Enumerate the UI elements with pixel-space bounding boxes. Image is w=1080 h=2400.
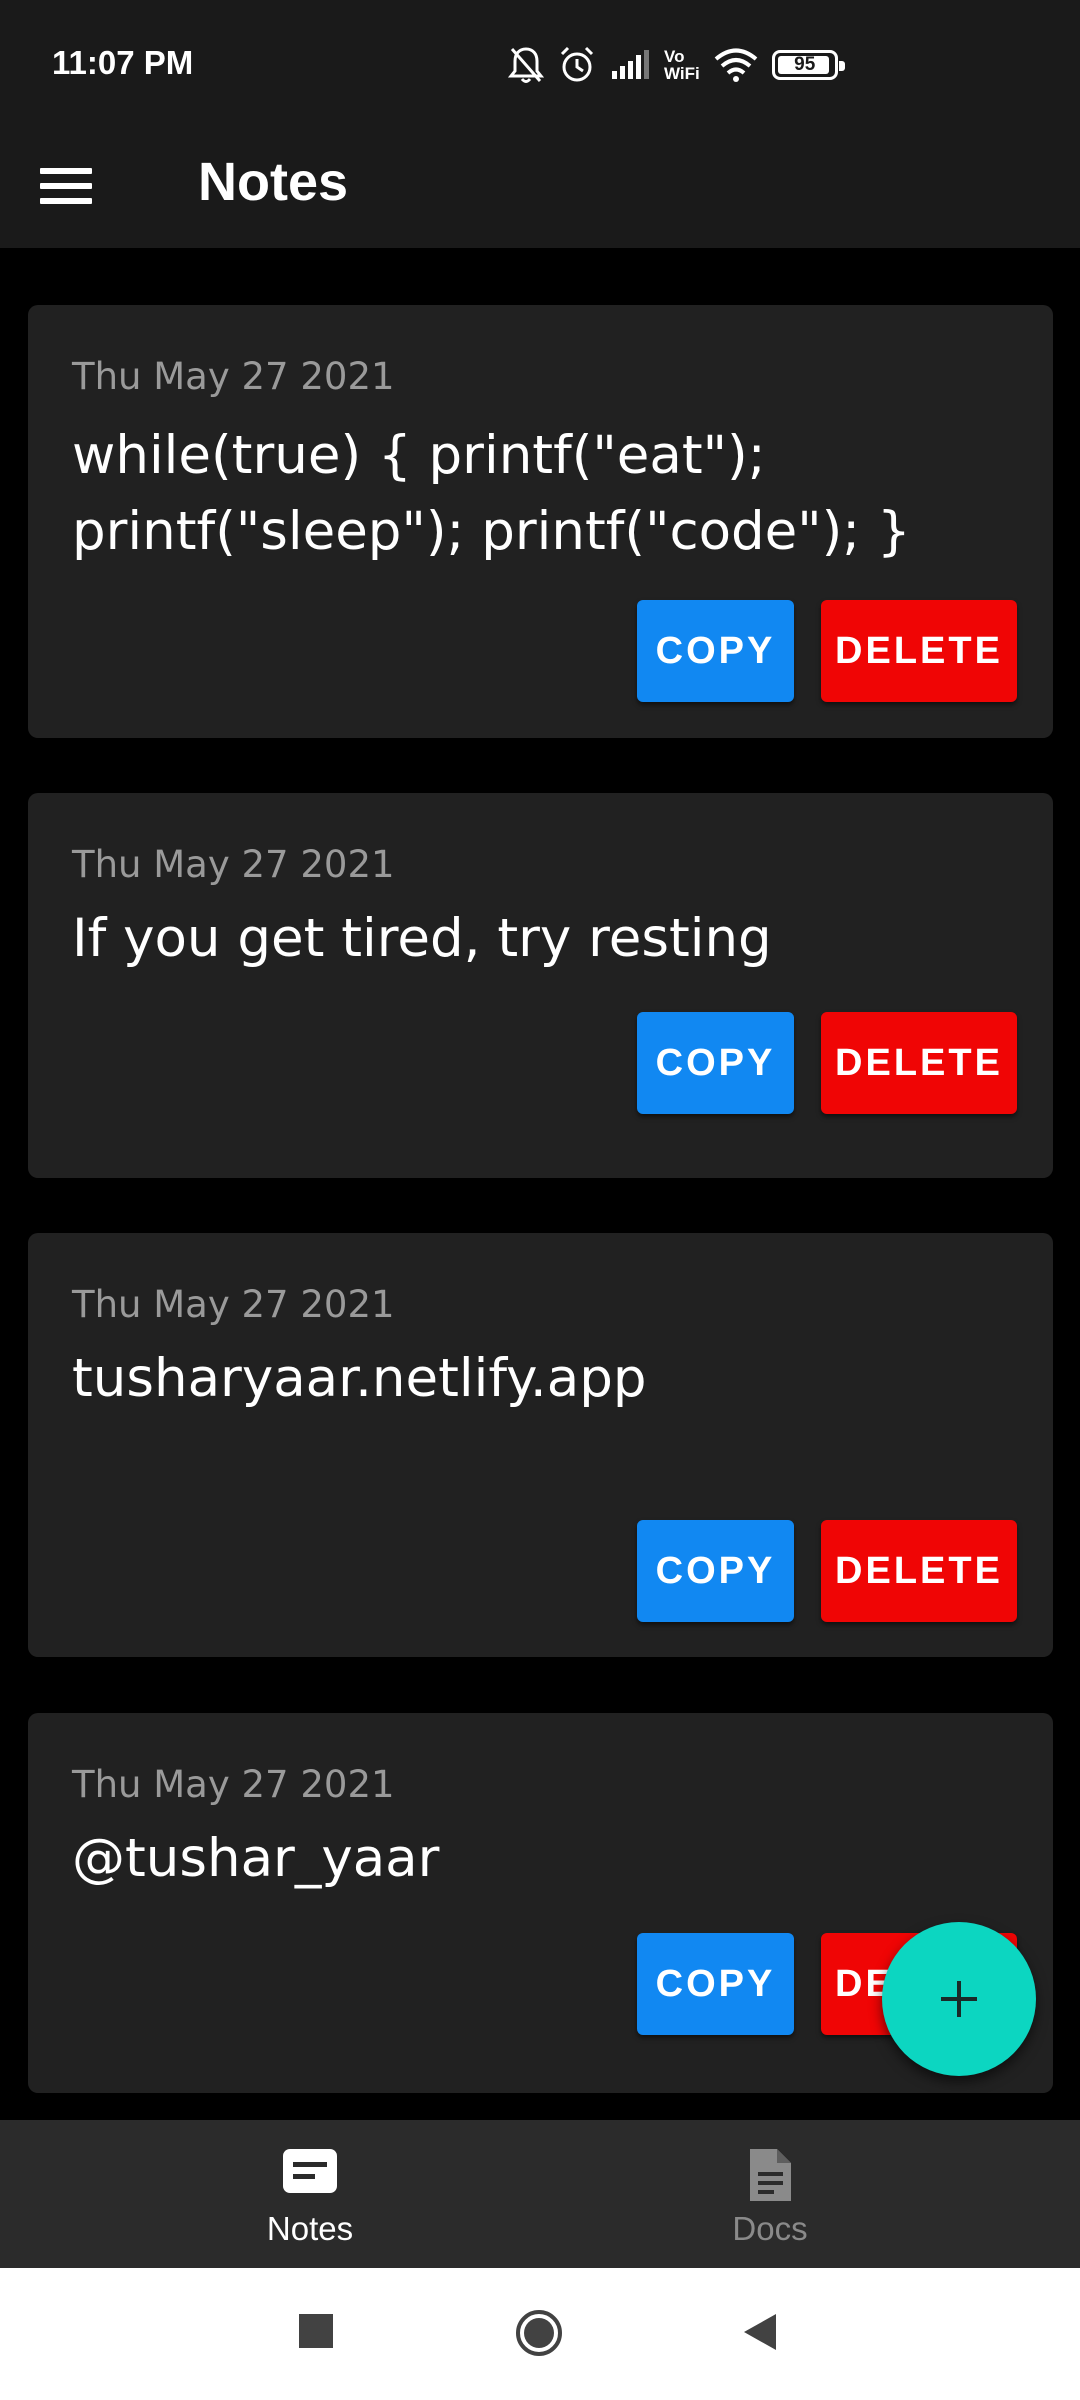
nav-item-notes[interactable]: Notes: [40, 2120, 580, 2268]
recents-square-icon[interactable]: [299, 2314, 333, 2352]
copy-button[interactable]: COPY: [637, 600, 794, 702]
note-text: while(true) { printf("eat"); printf("sle…: [72, 425, 911, 562]
vowifi-icon: Vo WiFi: [664, 48, 700, 82]
back-triangle-icon[interactable]: [742, 2313, 778, 2355]
notes-list[interactable]: Thu May 27 2021 while(true) { printf("ea…: [0, 248, 1080, 2120]
note-text: @tushar_yaar: [72, 1828, 440, 1889]
copy-button[interactable]: COPY: [637, 1520, 794, 1622]
note-card: Thu May 27 2021 tusharyaar.netlify.app C…: [28, 1233, 1053, 1657]
notes-icon: [280, 2146, 340, 2200]
note-text: tusharyaar.netlify.app: [72, 1348, 647, 1409]
status-time: 11:07 PM: [52, 44, 194, 81]
note-card: Thu May 27 2021 while(true) { printf("ea…: [28, 305, 1053, 738]
bell-off-icon: [508, 45, 544, 85]
nav-item-docs[interactable]: Docs: [500, 2120, 1040, 2268]
bottom-nav: Notes Docs: [0, 2120, 1080, 2268]
note-date: Thu May 27 2021: [72, 1763, 395, 1806]
alarm-icon: [558, 45, 596, 85]
note-date: Thu May 27 2021: [72, 355, 395, 398]
battery-icon: 95: [771, 50, 845, 80]
nav-label-docs: Docs: [732, 2210, 808, 2247]
document-icon: [745, 2146, 795, 2208]
note-card: Thu May 27 2021 If you get tired, try re…: [28, 793, 1053, 1178]
vowifi-label-bottom: WiFi: [664, 64, 700, 83]
add-note-button[interactable]: [882, 1922, 1036, 2076]
wifi-icon: [714, 48, 758, 82]
page-title: Notes: [198, 152, 349, 212]
plus-icon: [941, 1981, 977, 2017]
battery-level: 95: [794, 54, 816, 75]
battery-cap: [838, 61, 845, 71]
menu-icon[interactable]: [30, 150, 102, 222]
delete-button[interactable]: DELETE: [821, 600, 1017, 702]
note-date: Thu May 27 2021: [72, 1283, 395, 1326]
delete-button[interactable]: DELETE: [821, 1520, 1017, 1622]
app-bar: Notes: [0, 128, 1080, 248]
home-circle-icon[interactable]: [515, 2309, 563, 2361]
note-text: If you get tired, try resting: [72, 908, 772, 969]
status-bar: 11:07 PM Vo WiFi 95: [0, 0, 1080, 128]
delete-button[interactable]: DELETE: [821, 1012, 1017, 1114]
nav-label-notes: Notes: [266, 2210, 354, 2247]
status-icons: Vo WiFi 95: [508, 40, 845, 90]
system-nav: [0, 2268, 1080, 2400]
signal-icon: [610, 49, 650, 81]
copy-button[interactable]: COPY: [637, 1933, 794, 2035]
note-date: Thu May 27 2021: [72, 843, 395, 886]
copy-button[interactable]: COPY: [637, 1012, 794, 1114]
